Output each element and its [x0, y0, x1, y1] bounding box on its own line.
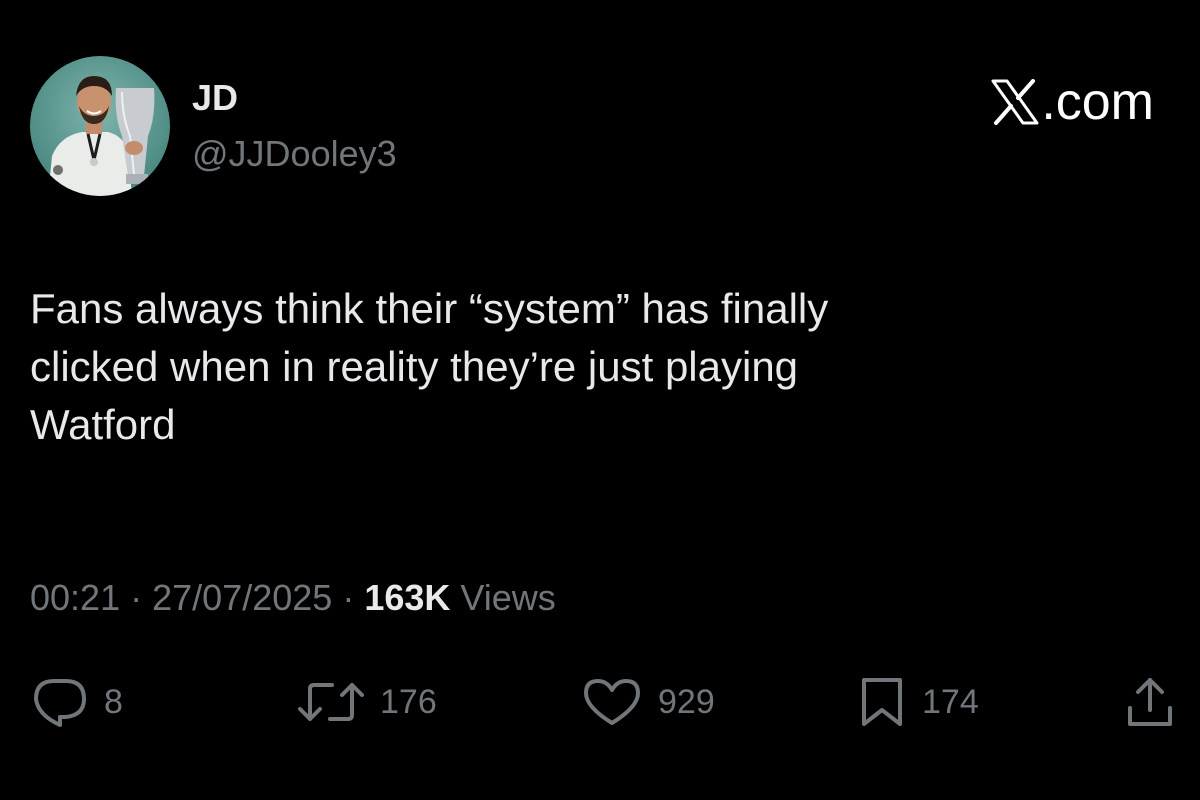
bookmark-count: 174: [922, 683, 979, 721]
reply-button[interactable]: 8: [30, 670, 123, 734]
heart-icon: [584, 679, 640, 725]
repost-button[interactable]: 176: [296, 670, 437, 734]
like-button[interactable]: 929: [580, 670, 715, 734]
like-count: 929: [658, 683, 715, 721]
author-handle[interactable]: @JJDooley3: [192, 134, 397, 174]
views-label: Views: [460, 577, 556, 618]
brand-label: .com: [1041, 73, 1154, 131]
tweet-time[interactable]: 00:21: [30, 577, 120, 618]
x-logo-icon: [991, 79, 1039, 125]
bookmark-button[interactable]: 174: [856, 670, 979, 734]
tweet-text-line: Fans always think their “system” has fin…: [30, 285, 829, 332]
avatar[interactable]: [30, 56, 170, 196]
views-count: 163K: [364, 577, 451, 618]
repost-icon: [298, 683, 364, 721]
action-bar: 8 176 929 174: [30, 670, 1180, 734]
meta-separator: ·: [130, 577, 143, 618]
tweet-text-line: Watford: [30, 401, 176, 448]
tweet-date[interactable]: 27/07/2025: [152, 577, 332, 618]
tweet-text-line: clicked when in reality they’re just pla…: [30, 343, 799, 390]
share-icon: [1128, 678, 1172, 726]
share-button[interactable]: [1124, 670, 1176, 734]
bookmark-icon: [862, 678, 902, 726]
tweet-card: JD @JJDooley3 .com Fans always think the…: [0, 0, 1200, 800]
repost-count: 176: [380, 683, 437, 721]
reply-count: 8: [104, 683, 123, 721]
brand-watermark: .com: [991, 76, 1154, 128]
avatar-photo: [30, 56, 170, 196]
meta-separator: ·: [342, 577, 355, 618]
reply-icon: [34, 679, 86, 727]
tweet-text: Fans always think their “system” has fin…: [30, 280, 1130, 454]
tweet-meta: 00:21 · 27/07/2025 · 163K Views: [30, 576, 556, 620]
author-display-name[interactable]: JD: [192, 78, 238, 118]
